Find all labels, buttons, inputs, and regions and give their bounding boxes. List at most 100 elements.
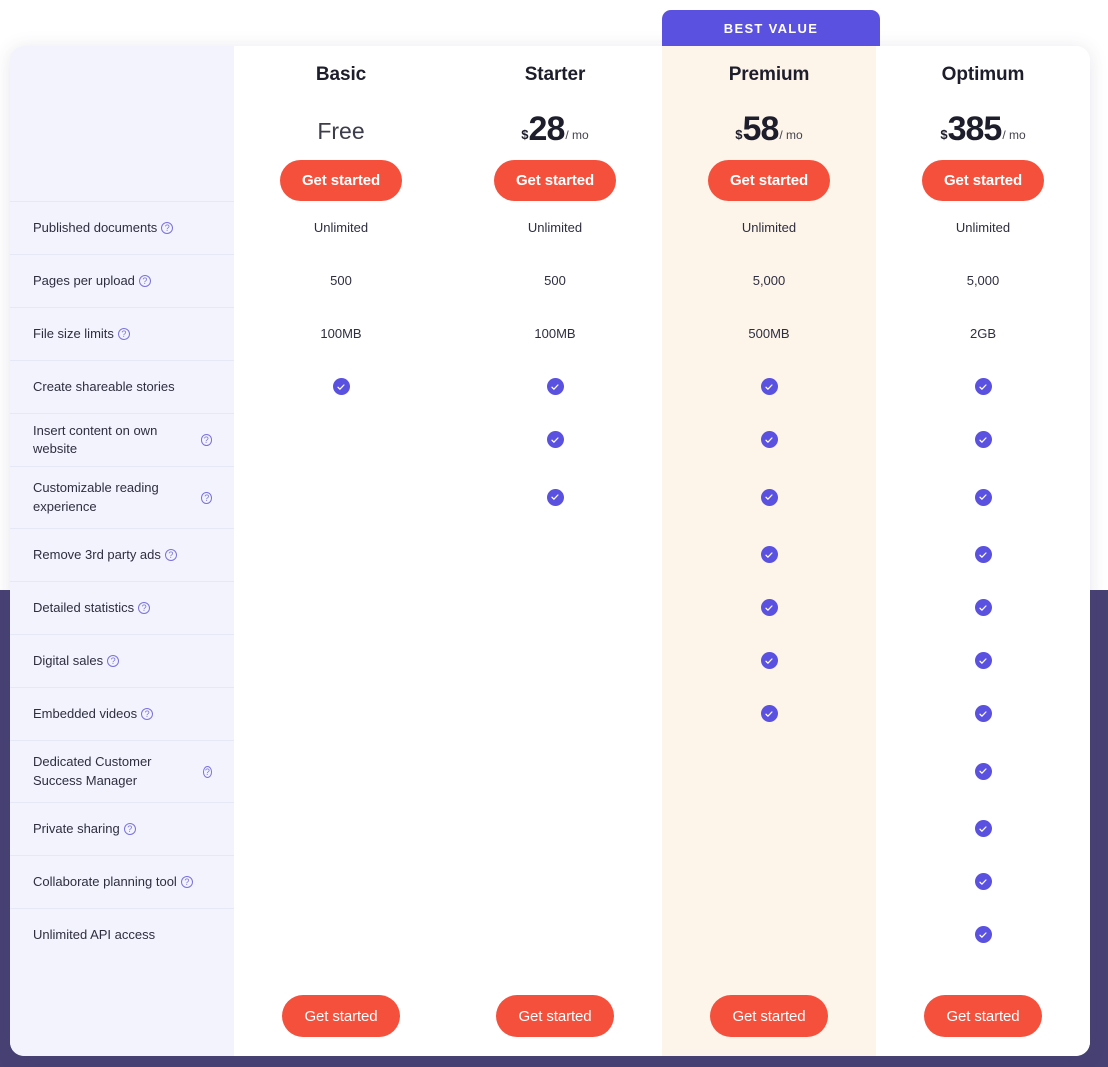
help-icon[interactable]: ?: [200, 434, 212, 446]
plan-value-cell: [876, 908, 1090, 961]
feature-label-row: Insert content on own website?: [10, 413, 234, 466]
plan-value-text: 5,000: [752, 273, 786, 288]
feature-label-row: File size limits?: [10, 307, 234, 360]
feature-label-row: Collaborate planning tool?: [10, 855, 234, 908]
plan-header: Premium $58/ mo Get started: [662, 46, 876, 201]
check-icon: [546, 431, 564, 448]
check-icon: [974, 926, 992, 943]
check-icon: [546, 378, 564, 395]
get-started-button-bottom[interactable]: Get started: [710, 995, 828, 1037]
plan-value-cell: [234, 634, 448, 687]
plan-name: Premium: [728, 64, 810, 85]
plan-value-cell: [234, 908, 448, 961]
plan-value-cell: [448, 581, 662, 634]
plan-price: $385/ mo: [940, 106, 1025, 148]
feature-label-row: Unlimited API access: [10, 908, 234, 961]
plan-price: $28/ mo: [521, 106, 588, 148]
plan-value-cell: [234, 413, 448, 466]
get-started-button-bottom[interactable]: Get started: [496, 995, 614, 1037]
plan-value-cell: [448, 413, 662, 466]
check-icon: [974, 546, 992, 563]
plan-value-cell: 500: [448, 254, 662, 307]
plan-value-cell: Unlimited: [876, 201, 1090, 254]
get-started-button-bottom[interactable]: Get started: [924, 995, 1042, 1037]
plan-price: Free: [317, 106, 364, 145]
check-icon: [332, 378, 350, 395]
plan-value-text: 500: [544, 273, 566, 288]
plan-value-cell: [876, 687, 1090, 740]
best-value-badge: BEST VALUE: [662, 10, 880, 46]
feature-label-row: Private sharing?: [10, 802, 234, 855]
feature-label: Insert content on own website: [33, 422, 158, 456]
plan-bottom-cta-row: Get started: [662, 961, 876, 1056]
plan-value-text: 100MB: [320, 326, 362, 341]
plan-value-cell: [448, 855, 662, 908]
help-icon[interactable]: ?: [201, 491, 212, 504]
plan-value-text: 2GB: [969, 326, 996, 341]
feature-label-row: Digital sales?: [10, 634, 234, 687]
help-icon[interactable]: ?: [180, 876, 193, 888]
plan-value-text: Unlimited: [741, 220, 797, 235]
feature-label: Create shareable stories: [33, 378, 175, 394]
help-icon[interactable]: ?: [123, 823, 136, 835]
plan-bottom-cta-row: Get started: [234, 961, 448, 1056]
get-started-button-bottom[interactable]: Get started: [282, 995, 400, 1037]
get-started-button-top[interactable]: Get started: [493, 160, 617, 201]
check-icon: [974, 705, 992, 722]
check-icon: [974, 488, 992, 506]
check-icon: [760, 652, 778, 669]
plan-value-text: Unlimited: [527, 220, 583, 235]
help-icon[interactable]: ?: [202, 765, 212, 778]
plan-header: Basic Free Get started: [234, 46, 448, 201]
feature-label: Embedded videos: [33, 705, 138, 721]
get-started-button-top[interactable]: Get started: [921, 160, 1045, 201]
check-icon: [974, 762, 992, 780]
help-icon[interactable]: ?: [107, 655, 120, 667]
plan-value-cell: [448, 908, 662, 961]
plan-price-amount: 28: [528, 109, 566, 148]
plan-value-cell: [234, 528, 448, 581]
check-icon: [974, 431, 992, 448]
plan-value-cell: 5,000: [876, 254, 1090, 307]
feature-label: Dedicated Customer Success Manager: [33, 754, 152, 788]
help-icon[interactable]: ?: [161, 222, 174, 234]
get-started-button-top[interactable]: Get started: [279, 160, 403, 201]
help-icon[interactable]: ?: [138, 275, 151, 287]
plan-price-amount: 385: [947, 109, 1003, 148]
plan-value-cell: [448, 466, 662, 528]
help-icon[interactable]: ?: [117, 328, 130, 340]
get-started-button-top[interactable]: Get started: [707, 160, 831, 201]
plan-value-text: 100MB: [534, 326, 576, 341]
feature-label: Unlimited API access: [33, 926, 156, 942]
plan-value-cell: [662, 802, 876, 855]
plan-value-cell: 2GB: [876, 307, 1090, 360]
plan-value-text: Unlimited: [955, 220, 1011, 235]
help-icon[interactable]: ?: [138, 602, 151, 614]
plan-price-currency: $: [521, 127, 529, 143]
feature-column-cta-spacer: [10, 961, 234, 1056]
check-icon: [974, 378, 992, 395]
feature-label-row: Remove 3rd party ads?: [10, 528, 234, 581]
plan-header: Optimum $385/ mo Get started: [876, 46, 1090, 201]
plan-bottom-cta-row: Get started: [448, 961, 662, 1056]
plan-value-cell: [876, 581, 1090, 634]
feature-label-rows: Published documents? Pages per upload? Fil…: [10, 201, 234, 961]
plan-value-cell: [234, 581, 448, 634]
plan-value-cell: [234, 802, 448, 855]
plan-price-amount: 58: [742, 109, 780, 148]
plan-value-cell: [876, 802, 1090, 855]
plan-value-text: 5,000: [966, 273, 1000, 288]
plan-value-cell: 5,000: [662, 254, 876, 307]
plan-value-cell: Unlimited: [662, 201, 876, 254]
check-icon: [974, 652, 992, 669]
plan-price-period: / mo: [779, 128, 803, 143]
plan-bottom-cta-row: Get started: [876, 961, 1090, 1056]
plan-value-cell: 500MB: [662, 307, 876, 360]
feature-label-row: Create shareable stories: [10, 360, 234, 413]
plan-value-cell: [448, 687, 662, 740]
check-icon: [974, 873, 992, 890]
plan-column-premium: Premium $58/ mo Get started Unlimited 5,000 5…: [662, 46, 876, 1056]
help-icon[interactable]: ?: [164, 549, 177, 561]
help-icon[interactable]: ?: [141, 708, 154, 720]
plan-value-cell: [448, 634, 662, 687]
